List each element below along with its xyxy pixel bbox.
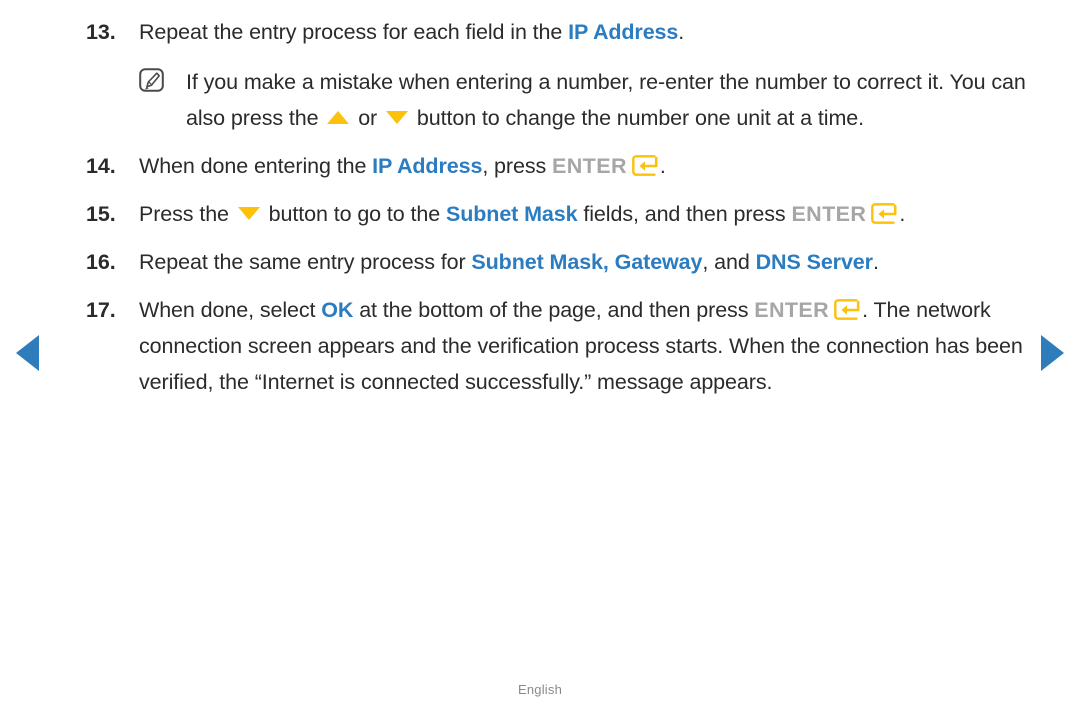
note-text: If you make a mistake when entering a nu… [186,70,1026,130]
up-arrow-button-icon [327,111,350,124]
highlight-term: IP Address [372,154,483,178]
instruction-step: 14. When done entering the IP Address, pr… [86,148,1046,184]
instruction-step: 13. Repeat the entry process for each fie… [86,14,1046,136]
note-pencil-icon [139,68,167,93]
body-text: , and [702,250,756,274]
body-text: . [659,154,666,178]
instruction-step: 17. When done, select OK at the bottom of… [86,292,1046,400]
body-text: fields, and then press [577,202,792,226]
body-text: . [872,250,879,274]
highlight-term: OK [321,298,354,322]
instruction-step-list: 13. Repeat the entry process for each fie… [86,14,1046,412]
body-text: When done entering the [139,154,373,178]
highlight-term: Subnet Mask [445,202,578,226]
highlight-term: Subnet Mask, Gateway [471,250,703,274]
body-text: Repeat the same entry process for [139,250,472,274]
step-number: 16. [86,250,116,274]
body-text: . [899,202,906,226]
footer-language-label: English [517,682,563,697]
body-text: button to change the number one unit at … [411,106,864,130]
enter-key-label: ENTER [552,154,627,178]
note-block: If you make a mistake when entering a nu… [139,64,1046,136]
step-number: 14. [86,154,116,178]
enter-return-key-icon [631,151,658,176]
step-number: 15. [86,202,116,226]
highlight-term: DNS Server [755,250,873,274]
body-text: When done, select [139,298,322,322]
instruction-step: 16. Repeat the same entry process for Sub… [86,244,1046,280]
body-text: . [678,20,685,44]
body-text: Repeat the entry process for each field … [139,20,569,44]
step-body: When done entering the IP Address, press… [139,154,666,178]
enter-key-label: ENTER [791,202,867,226]
step-number: 17. [86,298,116,322]
body-text: Press the [139,202,235,226]
body-text: at the bottom of the page, and then pres… [353,298,755,322]
enter-key-label: ENTER [754,298,830,322]
step-body: Repeat the same entry process for Subnet… [139,250,879,274]
body-text: or [352,106,383,130]
next-page-arrow[interactable] [1041,335,1064,371]
body-text: button to go to the [262,202,446,226]
step-body: Repeat the entry process for each field … [139,20,684,44]
enter-return-key-icon [834,295,860,320]
previous-page-arrow[interactable] [16,335,39,371]
enter-return-key-icon [871,199,897,224]
step-number: 13. [86,20,116,44]
highlight-term: IP Address [568,20,679,44]
instruction-step: 15. Press the button to go to the Subnet … [86,196,1046,232]
body-text: , press [482,154,553,178]
step-body: Press the button to go to the Subnet Mas… [139,202,905,226]
down-arrow-button-icon [237,207,260,220]
down-arrow-button-icon [386,111,408,124]
manual-page: 13. Repeat the entry process for each fie… [0,0,1080,705]
step-body: When done, select OK at the bottom of th… [139,298,1023,394]
